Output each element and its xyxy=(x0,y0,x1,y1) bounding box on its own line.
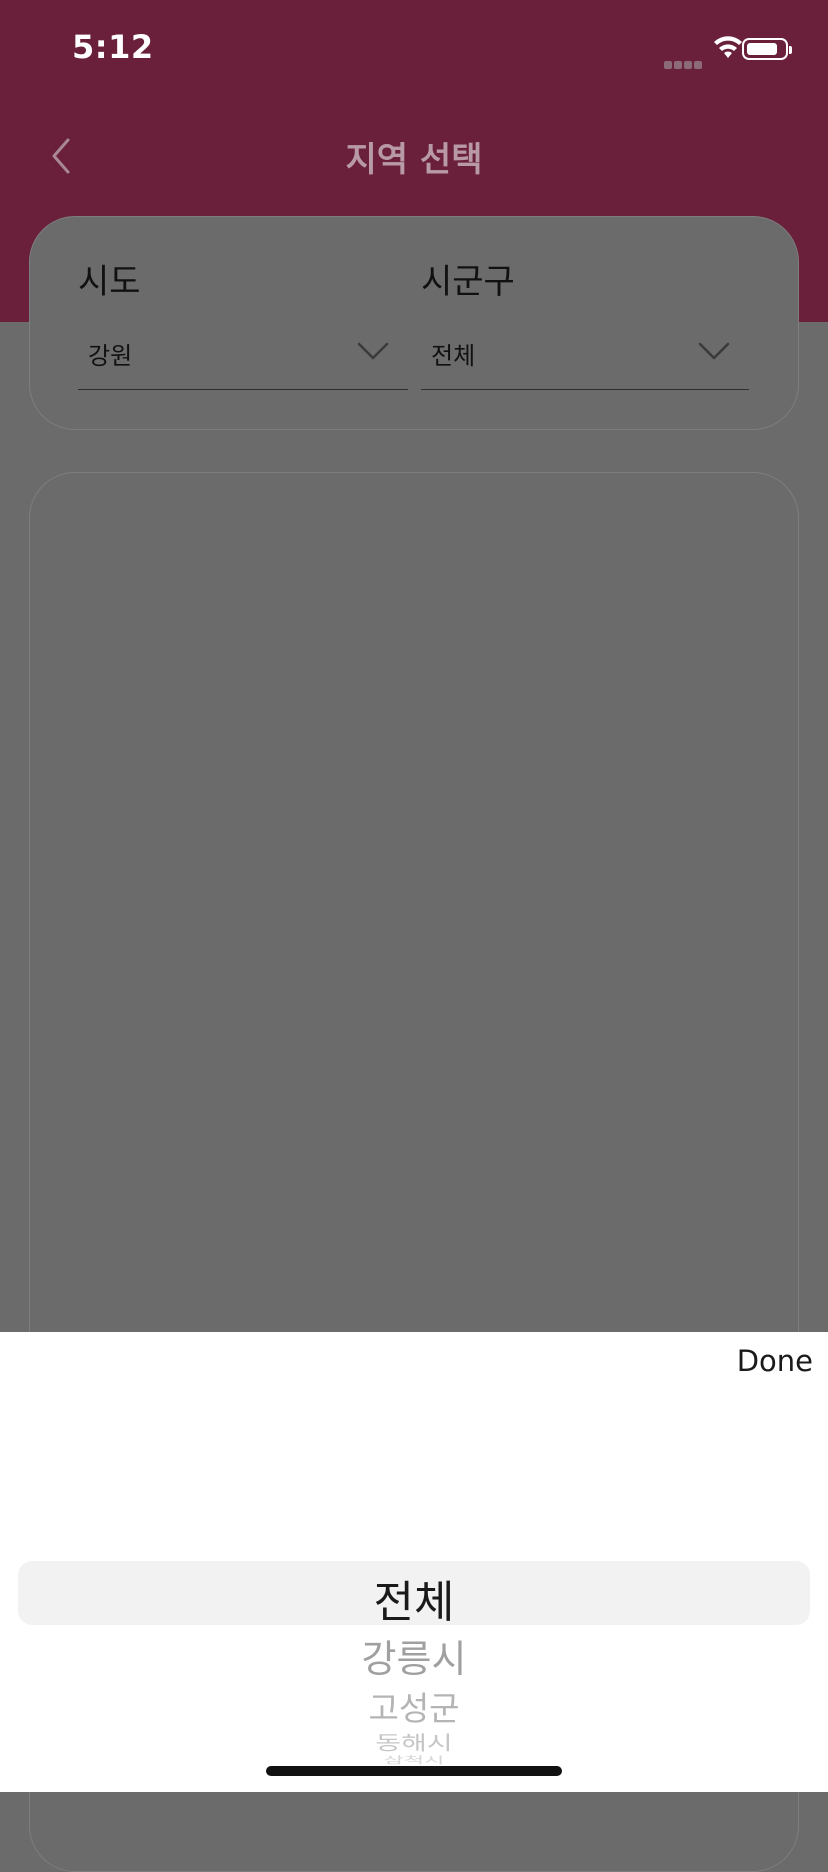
chevron-down-icon xyxy=(698,342,730,360)
sigungu-dropdown[interactable]: 전체 xyxy=(421,322,749,390)
sido-dropdown[interactable]: 강원 xyxy=(78,322,408,390)
home-indicator xyxy=(266,1766,562,1776)
picker-option-selected[interactable]: 전체 xyxy=(0,1566,828,1630)
picker-option[interactable]: 강릉시 xyxy=(0,1628,828,1683)
status-time: 5:12 xyxy=(72,28,154,66)
battery-icon xyxy=(742,38,792,60)
cellular-signal-icon xyxy=(664,54,704,69)
chevron-down-icon xyxy=(357,342,389,360)
done-button[interactable]: Done xyxy=(737,1344,813,1378)
picker-sheet: Done 전체 강릉시 고성군 동해시 삼척시 xyxy=(0,1332,828,1792)
sido-value: 강원 xyxy=(88,342,133,370)
picker-option[interactable]: 고성군 xyxy=(0,1682,828,1730)
sido-label: 시도 xyxy=(78,262,141,302)
wifi-icon xyxy=(714,36,742,58)
picker-option[interactable]: 삼척시 xyxy=(0,1752,828,1766)
sigungu-label: 시군구 xyxy=(421,262,515,302)
page-title: 지역 선택 xyxy=(345,140,483,180)
sigungu-value: 전체 xyxy=(431,342,476,370)
